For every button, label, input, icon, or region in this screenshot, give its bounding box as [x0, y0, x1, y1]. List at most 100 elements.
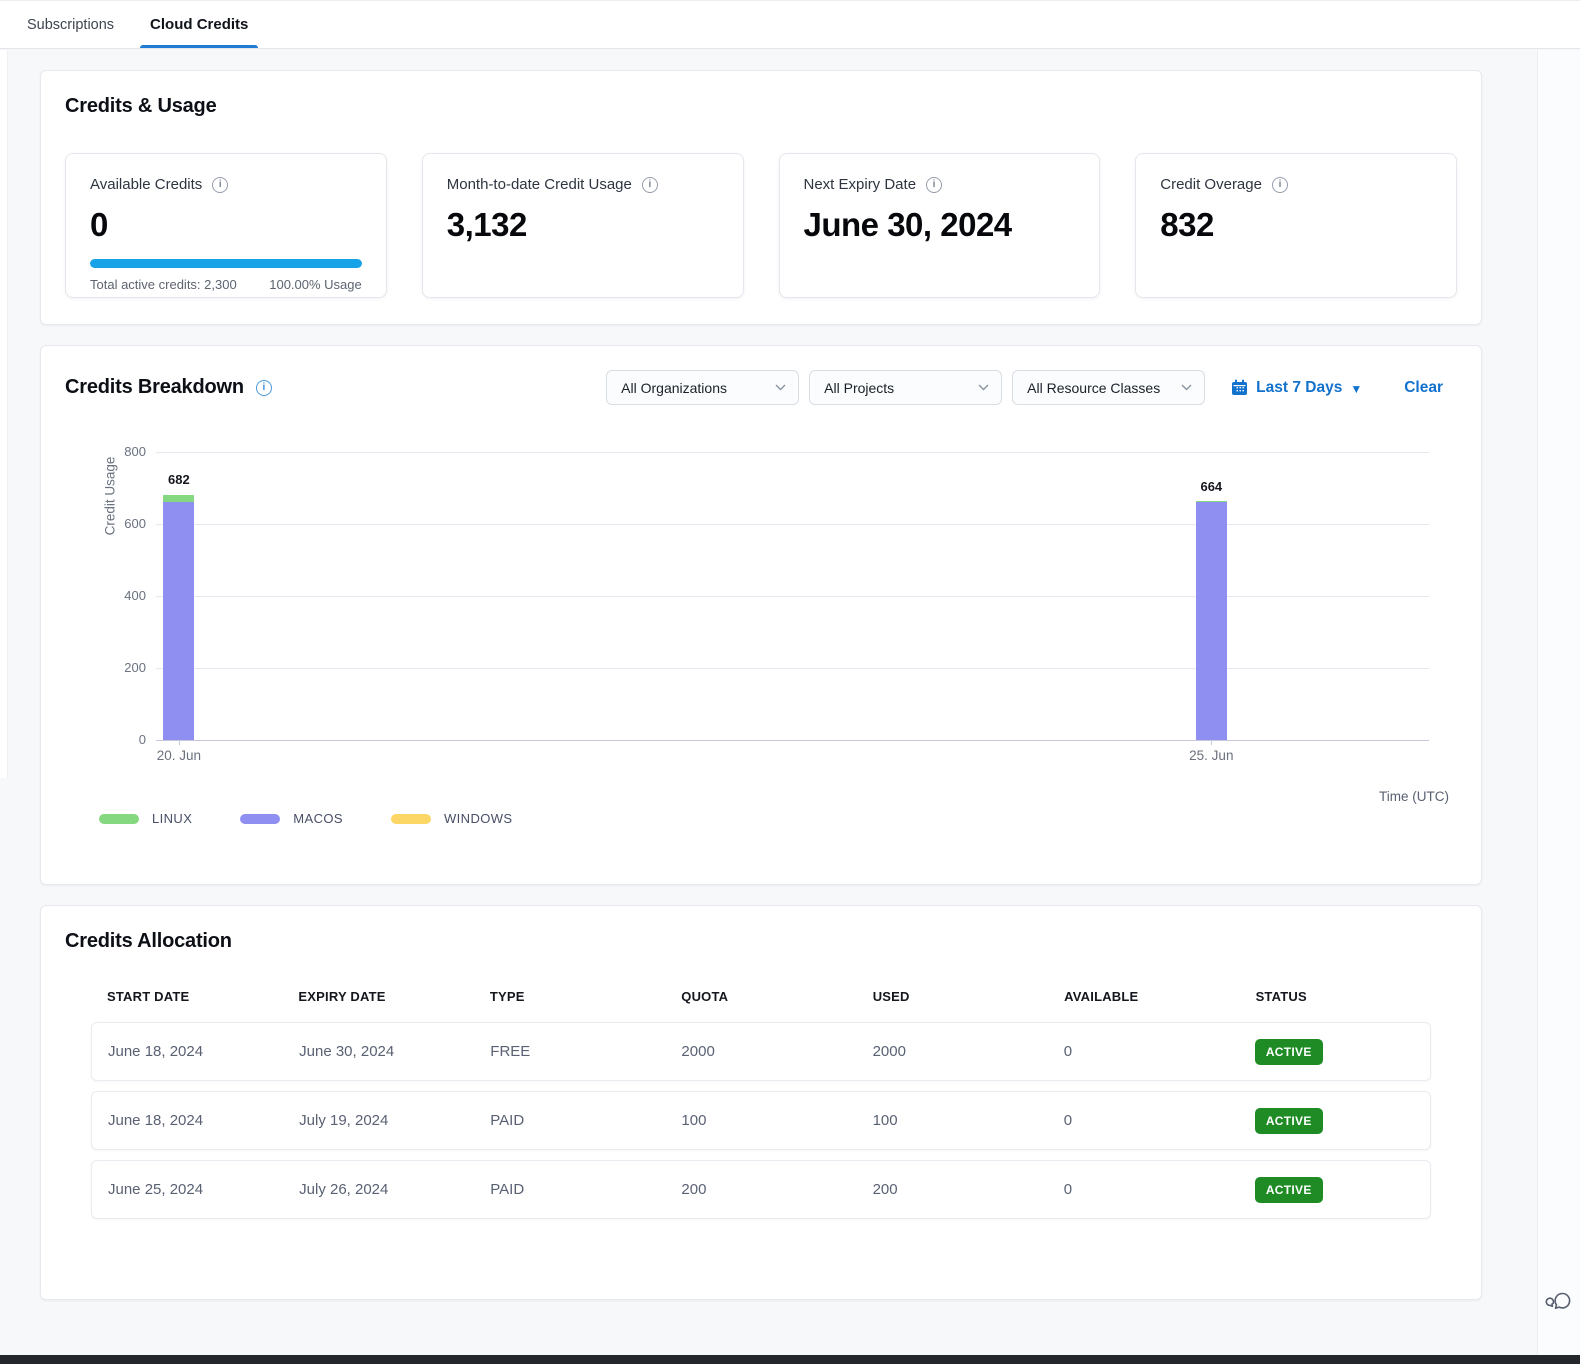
- y-axis-tick-label: 600: [124, 516, 146, 531]
- chat-bubbles-icon: [1544, 1287, 1574, 1317]
- windows-legend-label: WINDOWS: [444, 811, 513, 826]
- clear-filters-button[interactable]: Clear: [1404, 379, 1443, 397]
- cell-available: 0: [1048, 1112, 1239, 1129]
- organizations-select[interactable]: All Organizations: [606, 370, 799, 405]
- stat-card-row: Available Credits i 0 Total active credi…: [65, 153, 1457, 298]
- cell-expiry-date: July 26, 2024: [283, 1181, 474, 1198]
- col-quota: QUOTA: [665, 989, 856, 1004]
- col-status: STATUS: [1240, 989, 1431, 1004]
- info-icon[interactable]: i: [1272, 177, 1288, 193]
- gridline: [156, 668, 1429, 669]
- table-row: June 18, 2024 July 19, 2024 PAID 100 100…: [91, 1091, 1431, 1150]
- cell-expiry-date: June 30, 2024: [283, 1043, 474, 1060]
- credits-allocation-section: Credits Allocation START DATE EXPIRY DAT…: [40, 905, 1482, 1300]
- bar-segment-macos[interactable]: [163, 502, 194, 740]
- status-badge: ACTIVE: [1255, 1177, 1323, 1203]
- status-badge: ACTIVE: [1255, 1108, 1323, 1134]
- status-badge: ACTIVE: [1255, 1039, 1323, 1065]
- stacked-bar-25-jun[interactable]: [1196, 501, 1227, 740]
- credits-breakdown-title: Credits Breakdown: [65, 376, 244, 399]
- cell-quota: 100: [665, 1112, 856, 1129]
- credits-progress-track: [90, 259, 362, 268]
- gridline: [156, 740, 1429, 741]
- credits-allocation-table: START DATE EXPIRY DATE TYPE QUOTA USED A…: [91, 989, 1431, 1219]
- x-axis-tick-label: 25. Jun: [1189, 748, 1233, 763]
- cell-available: 0: [1048, 1181, 1239, 1198]
- cell-used: 100: [857, 1112, 1048, 1129]
- y-axis-tick-label: 200: [124, 660, 146, 675]
- cell-start-date: June 18, 2024: [92, 1043, 283, 1060]
- col-expiry-date: EXPIRY DATE: [282, 989, 473, 1004]
- page-right-gutter: [1537, 50, 1580, 1355]
- chart-legend: LINUX MACOS WINDOWS: [99, 811, 512, 826]
- chevron-down-icon: [1181, 384, 1192, 391]
- credits-usage-title: Credits & Usage: [65, 95, 1457, 118]
- bar-segment-macos[interactable]: [1196, 502, 1227, 740]
- next-expiry-value: June 30, 2024: [804, 206, 1076, 244]
- date-range-value: Last 7 Days: [1256, 379, 1342, 397]
- legend-item-macos[interactable]: MACOS: [240, 811, 343, 826]
- credits-allocation-title: Credits Allocation: [65, 930, 1457, 953]
- chart-plot: Credit Usage Time (UTC) 0200400600800682…: [156, 452, 1429, 740]
- legend-item-windows[interactable]: WINDOWS: [391, 811, 513, 826]
- info-icon[interactable]: i: [642, 177, 658, 193]
- organizations-select-value: All Organizations: [621, 380, 727, 396]
- gridline: [156, 596, 1429, 597]
- tab-subscriptions[interactable]: Subscriptions: [23, 1, 118, 48]
- info-icon[interactable]: i: [256, 380, 272, 396]
- col-start-date: START DATE: [91, 989, 282, 1004]
- table-header-row: START DATE EXPIRY DATE TYPE QUOTA USED A…: [91, 989, 1431, 1022]
- x-axis-tick: [1211, 740, 1212, 745]
- chevron-down-icon: [978, 384, 989, 391]
- linux-swatch: [99, 814, 139, 824]
- projects-select-value: All Projects: [824, 380, 894, 396]
- available-credits-label: Available Credits: [90, 176, 202, 193]
- y-axis-tick-label: 400: [124, 588, 146, 603]
- cell-type: FREE: [474, 1043, 665, 1060]
- macos-swatch: [240, 814, 280, 824]
- projects-select[interactable]: All Projects: [809, 370, 1002, 405]
- mtd-usage-label: Month-to-date Credit Usage: [447, 176, 632, 193]
- credit-usage-chart: Credit Usage Time (UTC) 0200400600800682…: [65, 441, 1457, 841]
- chevron-down-icon: [775, 384, 786, 391]
- chat-launcher-button[interactable]: [1542, 1285, 1576, 1319]
- cell-start-date: June 18, 2024: [92, 1112, 283, 1129]
- credit-overage-label: Credit Overage: [1160, 176, 1262, 193]
- cell-quota: 2000: [665, 1043, 856, 1060]
- gridline: [156, 452, 1429, 453]
- content-left-edge: [0, 50, 8, 778]
- usage-percent: 100.00% Usage: [269, 277, 362, 292]
- credit-overage-value: 832: [1160, 206, 1432, 244]
- y-axis-tick-label: 800: [124, 444, 146, 459]
- cell-type: PAID: [474, 1112, 665, 1129]
- calendar-icon: [1231, 379, 1248, 396]
- cell-available: 0: [1048, 1043, 1239, 1060]
- tab-cloud-credits-label: Cloud Credits: [150, 16, 248, 33]
- bar-total-label: 682: [168, 472, 190, 487]
- credits-breakdown-section: Credits Breakdown i All Organizations Al…: [40, 345, 1482, 885]
- x-axis-title: Time (UTC): [1379, 789, 1449, 804]
- x-axis-tick-label: 20. Jun: [157, 748, 201, 763]
- bar-segment-linux[interactable]: [163, 495, 194, 502]
- available-credits-value: 0: [90, 206, 362, 244]
- mtd-usage-card: Month-to-date Credit Usage i 3,132: [422, 153, 744, 298]
- table-row: June 18, 2024 June 30, 2024 FREE 2000 20…: [91, 1022, 1431, 1081]
- tab-cloud-credits[interactable]: Cloud Credits: [146, 1, 252, 48]
- credits-usage-section: Credits & Usage Available Credits i 0 To…: [40, 70, 1482, 325]
- next-expiry-label: Next Expiry Date: [804, 176, 917, 193]
- date-range-picker[interactable]: Last 7 Days ▼: [1231, 379, 1362, 397]
- caret-down-icon: ▼: [1350, 382, 1362, 396]
- total-active-credits: Total active credits: 2,300: [90, 277, 237, 292]
- plan-tabbar: Subscriptions Cloud Credits: [0, 0, 1580, 49]
- chart-filters: All Organizations All Projects All Resou…: [606, 370, 1457, 405]
- cell-type: PAID: [474, 1181, 665, 1198]
- mtd-usage-value: 3,132: [447, 206, 719, 244]
- resource-classes-select-value: All Resource Classes: [1027, 380, 1160, 396]
- legend-item-linux[interactable]: LINUX: [99, 811, 192, 826]
- info-icon[interactable]: i: [926, 177, 942, 193]
- cell-quota: 200: [665, 1181, 856, 1198]
- col-type: TYPE: [474, 989, 665, 1004]
- resource-classes-select[interactable]: All Resource Classes: [1012, 370, 1205, 405]
- stacked-bar-20-jun[interactable]: [163, 495, 194, 741]
- info-icon[interactable]: i: [212, 177, 228, 193]
